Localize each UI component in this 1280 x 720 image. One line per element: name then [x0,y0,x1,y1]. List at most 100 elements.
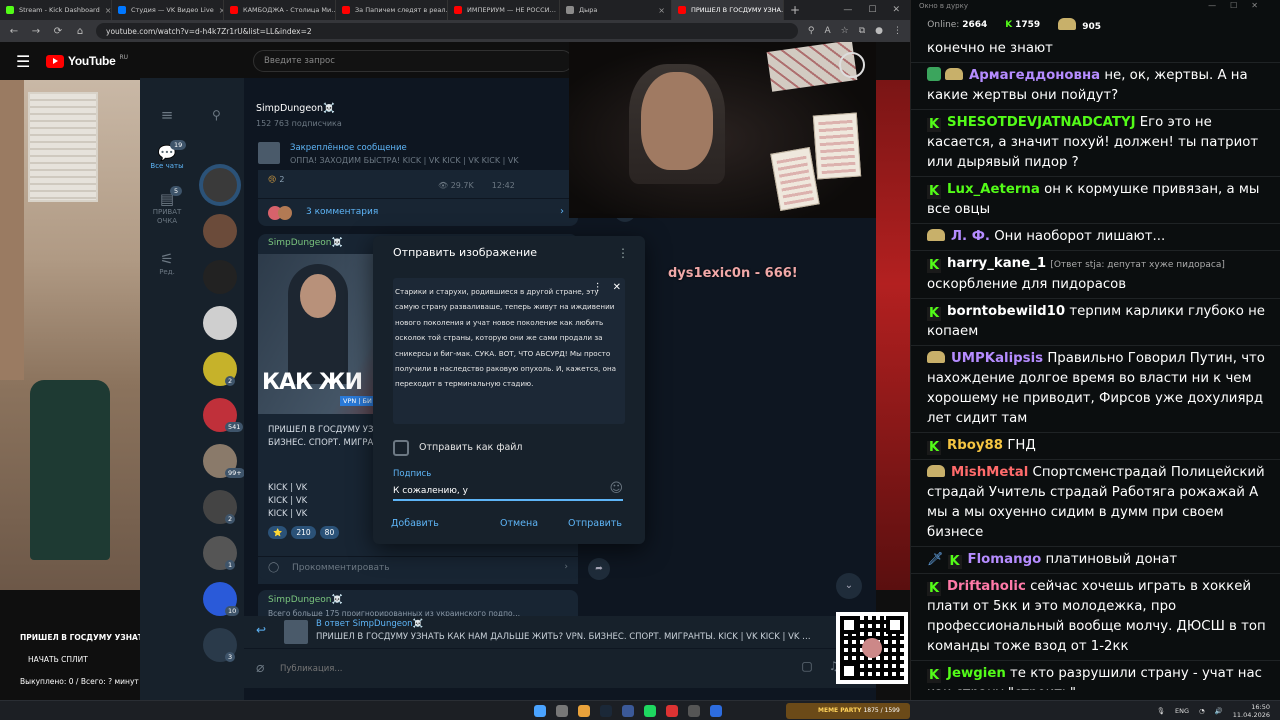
add-button[interactable]: Добавить [391,518,439,529]
chat-avatar[interactable]: 3 [203,628,237,662]
minimize-icon[interactable]: — [843,5,852,15]
chat-avatar[interactable]: 1 [203,536,237,570]
chat-message[interactable]: UMPKalipsis Правильно Говорил Путин, что… [911,345,1280,432]
chat-username[interactable]: MishMetal [951,465,1028,480]
browser-tab[interactable]: КАМБОДЖА - Столица Ми…× [224,0,336,20]
start-icon[interactable] [534,705,546,717]
extensions-icon[interactable]: ⧉ [859,26,865,36]
lang-indicator[interactable]: ENG [1175,707,1189,715]
chat-username[interactable]: UMPKalipsis [951,351,1043,366]
chat-username[interactable]: Flomango [968,552,1042,567]
discord-icon[interactable] [622,705,634,717]
chat-avatar[interactable]: 10 [203,582,240,616]
bookmark-icon[interactable]: ☆ [841,26,849,36]
post-link[interactable]: KICK | VK [268,482,307,495]
wifi-icon[interactable]: ◔ [1199,707,1205,715]
chat-avatar[interactable] [203,168,237,202]
chat-avatar[interactable]: 99+ [203,444,245,478]
chat-avatar[interactable]: 2 [203,352,237,386]
chat-username[interactable]: Lux_Aeterna [947,182,1040,197]
chat-username[interactable]: borntobewild10 [947,304,1065,319]
edit-folders[interactable]: ⚟ Ред. [140,250,194,276]
chat-username[interactable]: Армагеддоновна [969,68,1100,83]
scroll-down-button[interactable]: ⌄ [836,573,862,599]
start-split-button[interactable]: НАЧАТЬ СПЛИТ [28,655,88,664]
image-options-icon[interactable]: ⋮ [593,282,603,293]
pinned-message[interactable]: Закреплённое сообщение ОППА! ЗАХОДИМ БЫС… [256,140,576,168]
chat-message[interactable]: Kborntobewild10 терпим карлики глубоко н… [911,298,1280,345]
reload-icon[interactable]: ⟳ [52,26,64,37]
new-tab-button[interactable]: + [790,3,800,17]
chat-avatar[interactable]: 2 [203,490,237,524]
emoji-icon[interactable]: ☺ [609,481,623,496]
comment-button[interactable]: ◯ Прокомментировать › [258,556,578,580]
chat-username[interactable]: Jewgien [947,666,1006,681]
browser-tab[interactable]: Stream - Kick Dashboard × [0,0,112,20]
home-icon[interactable]: ⌂ [74,26,86,37]
chat-message[interactable]: конечно не знают [911,36,1280,62]
forward-button[interactable]: ➦ [588,558,610,580]
media-widget[interactable]: MEME PARTY 1875 / 1599 [786,703,910,719]
cancel-button[interactable]: Отмена [500,518,538,529]
post-link[interactable]: KICK | VK [268,508,307,521]
maximize-icon[interactable]: ☐ [868,5,876,15]
send-button[interactable]: Отправить [568,518,622,529]
app-icon[interactable] [688,705,700,717]
translate-icon[interactable]: A [824,26,830,36]
remove-image-icon[interactable]: ✕ [613,282,621,293]
spotify-icon[interactable] [644,705,656,717]
browser-tab[interactable]: За Папичем следят в реал…× [336,0,448,20]
clock[interactable]: 16:50 11.04.2026 [1233,703,1270,719]
chat-message[interactable]: MishMetal Спортсменстрадай Полицейский с… [911,459,1280,546]
chat-avatar[interactable] [203,260,237,294]
hamburger-menu-icon[interactable]: ☰ [16,52,36,71]
chat-message[interactable]: K Lux_Aeterna он к кормушке привязан, а м… [911,176,1280,223]
comments-link[interactable]: 3 комментария › [258,198,578,226]
chat-message[interactable]: 🗡 K Flomango платиновый донат [911,546,1280,573]
send-as-file-checkbox[interactable] [393,440,409,456]
browser-tab[interactable]: Дыра × [560,0,672,20]
close-tab-icon[interactable]: × [105,6,111,15]
chat-avatar[interactable] [203,306,237,340]
back-icon[interactable]: ← [8,26,20,37]
chat-avatar[interactable]: 541 [203,398,244,432]
chat-message[interactable]: Л. Ф. Они наоборот лишают... [911,223,1280,250]
reaction-chip[interactable]: 80 [319,526,340,539]
close-icon[interactable]: ✕ [892,5,900,15]
chat-avatar[interactable] [203,214,237,248]
chat-username[interactable]: SHESOTDEVJATNADCATYJ [947,115,1136,130]
channel-header[interactable]: SimpDungeon☠️ 152 763 подписчика [244,78,574,136]
reaction-chip[interactable]: 210 [291,526,316,539]
profile-icon[interactable]: ● [875,26,883,36]
paperclip-icon[interactable]: ⌀ [256,660,264,676]
search-icon[interactable]: ⚲ [808,26,815,36]
url-field[interactable]: youtube.com/watch?v=d-h4k7Zr1rU&list=LL&… [96,23,798,39]
chat-message[interactable]: Армагеддоновна не, ок, жертвы. А на каки… [911,62,1280,109]
telegram-icon[interactable] [710,705,722,717]
folder-all-chats[interactable]: 💬 19 Все чаты [140,140,194,170]
chat-message[interactable]: K Jewgien те кто разрушили страну - учат … [911,660,1280,690]
chat-message[interactable]: K SHESOTDEVJATNADCATYJ Его это не касаетс… [911,109,1280,176]
reaction-chip[interactable]: 😢 2 [268,175,284,184]
more-options-icon[interactable]: ⋮ [617,246,629,260]
chat-username[interactable]: Л. Ф. [951,229,990,244]
post-link[interactable]: KICK | VK [268,495,307,508]
menu-icon[interactable]: ⋮ [893,26,902,36]
chat-username[interactable]: harry_kane_1 [947,256,1046,271]
mic-icon[interactable]: 🎙 [1157,707,1165,715]
browser-tab[interactable]: ИМПЕРИУМ — НЕ РОССИ…× [448,0,560,20]
volume-icon[interactable]: 🔊 [1215,707,1223,715]
chat-message[interactable]: Kharry_kane_1 [Ответ stja: депутат хуже … [911,250,1280,298]
browser-tab[interactable]: Студия — VK Видео Live× [112,0,224,20]
forward-icon[interactable]: → [30,26,42,37]
message-input[interactable] [280,660,740,678]
chat-username[interactable]: Rboy88 [947,438,1003,453]
youtube-search-input[interactable]: Введите запрос [253,50,573,72]
schedule-icon[interactable]: ▢ [801,659,812,673]
chat-message[interactable]: K Driftaholic сейчас хочешь играть в хокк… [911,573,1280,660]
search-icon[interactable]: ⚲ [212,108,221,122]
obs-icon[interactable] [666,705,678,717]
caption-input[interactable] [393,483,623,501]
menu-button[interactable]: ≡ [140,106,194,124]
browser-tab[interactable]: ПРИШЕЛ В ГОСДУМУ УЗНА…× [672,0,784,20]
